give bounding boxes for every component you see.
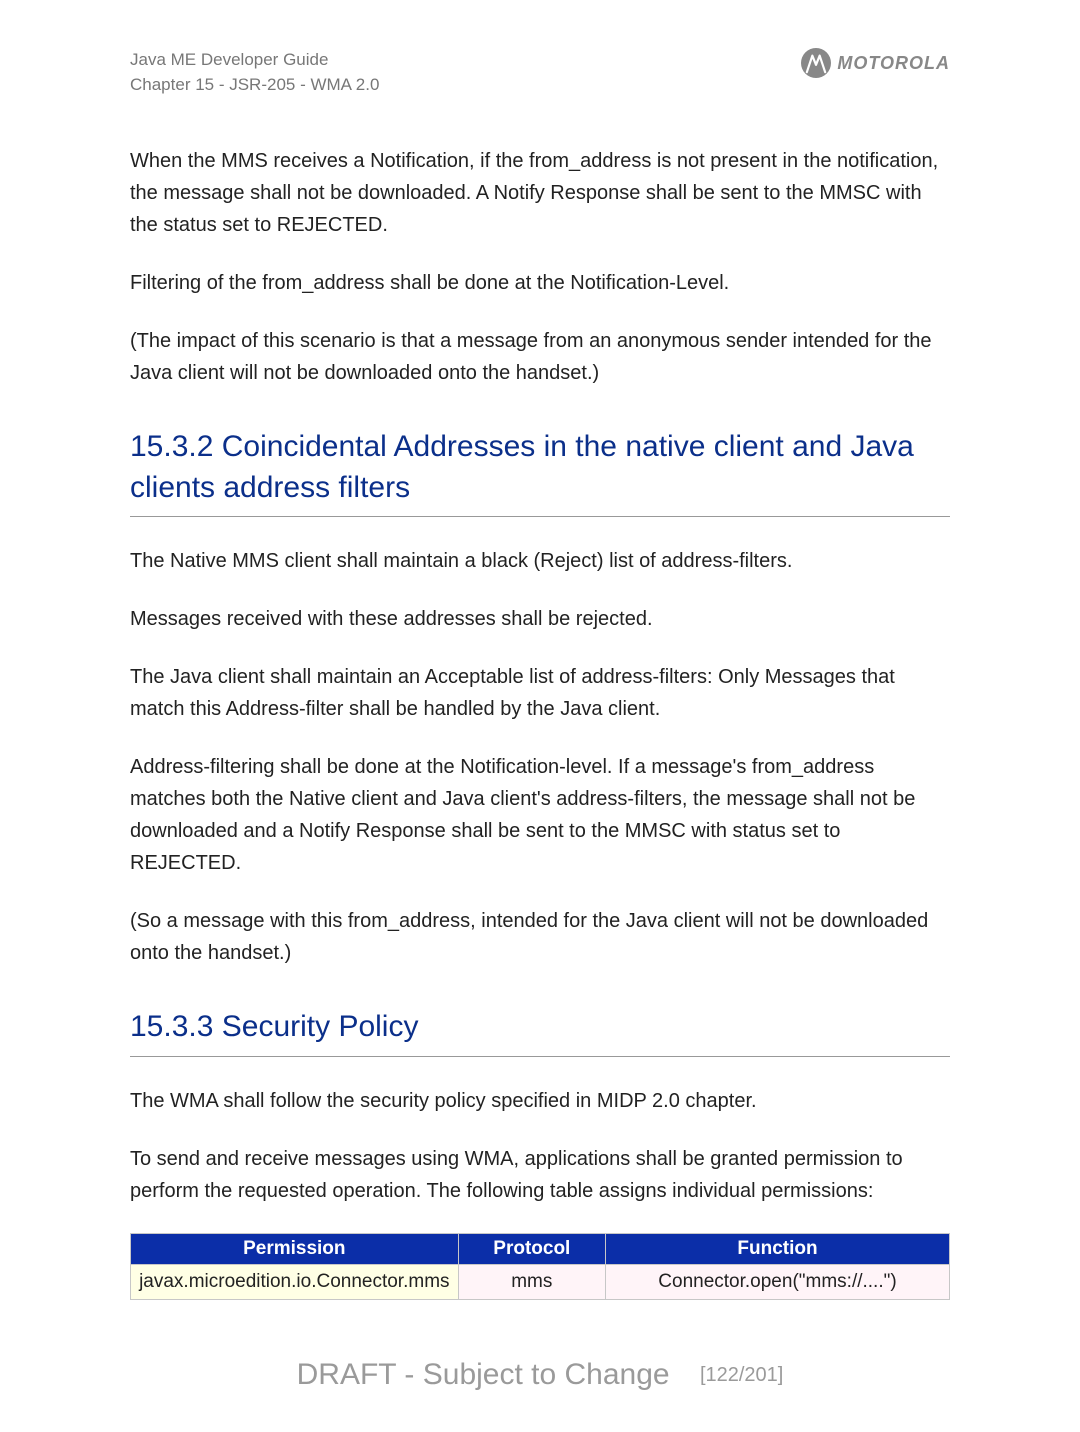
- col-function: Function: [606, 1233, 950, 1264]
- paragraph: (So a message with this from_address, in…: [130, 905, 950, 969]
- page-number: [122/201]: [700, 1364, 783, 1386]
- cell-permission: javax.microedition.io.Connector.mms: [131, 1264, 459, 1299]
- paragraph: Messages received with these addresses s…: [130, 603, 950, 635]
- paragraph: Address-filtering shall be done at the N…: [130, 751, 950, 879]
- paragraph: The Java client shall maintain an Accept…: [130, 661, 950, 725]
- motorola-logo-icon: [801, 48, 831, 78]
- paragraph: When the MMS receives a Notification, if…: [130, 145, 950, 241]
- paragraph: To send and receive messages using WMA, …: [130, 1143, 950, 1207]
- header-meta: Java ME Developer Guide Chapter 15 - JSR…: [130, 48, 379, 97]
- guide-title: Java ME Developer Guide: [130, 48, 379, 73]
- col-protocol: Protocol: [458, 1233, 605, 1264]
- document-page: Java ME Developer Guide Chapter 15 - JSR…: [0, 0, 1080, 1432]
- paragraph: The Native MMS client shall maintain a b…: [130, 545, 950, 577]
- draft-watermark: DRAFT - Subject to Change: [297, 1358, 670, 1391]
- paragraph: (The impact of this scenario is that a m…: [130, 325, 950, 389]
- motorola-logo: MOTOROLA: [801, 48, 950, 78]
- section-heading-security-policy: 15.3.3 Security Policy: [130, 1007, 950, 1057]
- table-header-row: Permission Protocol Function: [131, 1233, 950, 1264]
- motorola-logo-text: MOTOROLA: [837, 53, 950, 74]
- page-footer: DRAFT - Subject to Change [122/201]: [130, 1358, 950, 1392]
- cell-function: Connector.open("mms://...."): [606, 1264, 950, 1299]
- permissions-table: Permission Protocol Function javax.micro…: [130, 1233, 950, 1300]
- page-header: Java ME Developer Guide Chapter 15 - JSR…: [130, 48, 950, 97]
- paragraph: The WMA shall follow the security policy…: [130, 1085, 950, 1117]
- paragraph: Filtering of the from_address shall be d…: [130, 267, 950, 299]
- section-heading-coincidental-addresses: 15.3.2 Coincidental Addresses in the nat…: [130, 427, 950, 517]
- col-permission: Permission: [131, 1233, 459, 1264]
- chapter-line: Chapter 15 - JSR-205 - WMA 2.0: [130, 73, 379, 98]
- cell-protocol: mms: [458, 1264, 605, 1299]
- table-row: javax.microedition.io.Connector.mms mms …: [131, 1264, 950, 1299]
